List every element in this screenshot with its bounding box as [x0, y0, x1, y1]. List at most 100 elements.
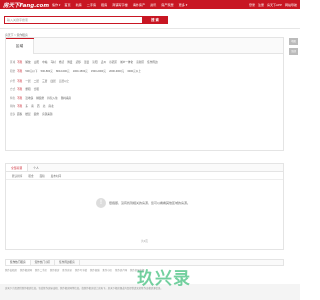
filter-option[interactable]: 中站	[42, 60, 47, 64]
site-logo[interactable]: 房天下Fang.com	[3, 1, 49, 9]
filter-option[interactable]: 面积	[17, 112, 22, 116]
app-link[interactable]: 房天下APP	[267, 3, 282, 7]
filter-option[interactable]: 不限	[17, 87, 22, 91]
site-nav-link[interactable]: 网站导航	[285, 3, 297, 7]
filter-option[interactable]: 500-800元	[41, 69, 53, 73]
filter-option[interactable]: 拎包入住	[47, 96, 57, 100]
filter-options: 不限 近地铁 精装修 拎包入住 随时看房	[17, 96, 71, 100]
filter-option[interactable]: 1500-2000元	[91, 69, 106, 73]
nav-link-overseas[interactable]: 海外房产	[133, 2, 145, 7]
sort-default[interactable]: 默认排序	[12, 174, 22, 178]
filter-option[interactable]: 西	[37, 104, 40, 108]
tab-hot-rent[interactable]: 焦作热门租房	[6, 260, 31, 265]
tab-hot-communities[interactable]: 焦作热门小区	[31, 260, 56, 265]
filter-row: 更多 面积 楼层 装修 房源来源	[10, 111, 53, 116]
filter-row: 朝向 不限东南西北南北	[10, 103, 54, 108]
filter-option[interactable]: 示范区	[109, 60, 117, 64]
filter-option[interactable]: 二居	[34, 79, 39, 83]
filter-option[interactable]: 房源来源	[42, 112, 52, 116]
register-link[interactable]: 注册	[258, 3, 264, 7]
filter-option[interactable]: 500元以下	[25, 69, 37, 73]
filter-option[interactable]: 修武	[59, 60, 64, 64]
nav-link-new-house[interactable]: 新房	[76, 2, 82, 7]
seo-link[interactable]: 焦作写字楼	[75, 268, 87, 272]
seo-link[interactable]: 焦作商铺	[90, 268, 100, 272]
filter-option[interactable]: 合租	[34, 87, 39, 91]
search-input[interactable]: 输入关键字搜索	[4, 16, 142, 24]
seo-link[interactable]: 焦作租房网	[20, 268, 32, 272]
filter-option[interactable]: 1000-1500元	[73, 69, 88, 73]
nav-link-more[interactable]: 更多 ▾	[179, 2, 188, 7]
nav-link-news[interactable]: 资讯	[150, 2, 156, 7]
filter-option[interactable]: 整租	[25, 87, 30, 91]
sort-date[interactable]: 发布时间	[51, 174, 61, 178]
user-links: 登录 注册 房天下APP 网站导航	[249, 3, 297, 7]
seo-link[interactable]: 焦作房价	[62, 268, 72, 272]
filter-options: 不限 解放 山阳 中站 马村 修武 博爱 武陟 温县 沁阳 孟州 示范区 城乡一体化 高新区 焦作周边	[17, 60, 158, 64]
filter-option[interactable]: 解放	[25, 60, 30, 64]
tab-personal-listings[interactable]: 个人	[28, 164, 44, 171]
nav-link-commercial[interactable]: 商铺写字楼	[112, 2, 127, 7]
filter-option[interactable]: 山阳	[34, 60, 39, 64]
filter-option[interactable]: 楼层	[25, 112, 30, 116]
filter-option[interactable]: 南	[31, 104, 34, 108]
filter-option[interactable]: 不限	[17, 60, 22, 64]
filter-tabs: 区域	[6, 38, 283, 54]
nav-link-second-hand[interactable]: 二手房	[87, 2, 96, 7]
filter-option[interactable]: 不限	[17, 96, 22, 100]
filter-option[interactable]: 不限	[17, 79, 22, 83]
filter-option[interactable]: 北	[43, 104, 46, 108]
filter-option[interactable]: 装修	[34, 112, 39, 116]
warning-icon	[96, 198, 106, 208]
filter-option[interactable]: 温县	[84, 60, 89, 64]
seo-link[interactable]: 焦作二手房	[35, 268, 47, 272]
back-to-top-button[interactable]: 顶部	[289, 48, 298, 55]
filter-option[interactable]: 南北	[49, 104, 54, 108]
filter-option[interactable]: 东	[25, 104, 28, 108]
filter-option[interactable]: 马村	[51, 60, 56, 64]
filter-row: 区域 不限 解放 山阳 中站 马村 修武 博爱 武陟 温县 沁阳 孟州 示范区 城乡一体化 高新区 焦作周边	[10, 59, 158, 64]
top-nav-bar: 房天下Fang.com 焦作 ▾ 首页 新房 二手房 租房 商铺写字楼 海外房产…	[0, 0, 300, 9]
sort-rent[interactable]: 租金	[28, 174, 33, 178]
tab-all-listings[interactable]: 全部房源	[6, 164, 29, 171]
nav-link-rent[interactable]: 租房	[101, 2, 107, 7]
nav-link-home[interactable]: 首页	[64, 2, 70, 7]
filter-option[interactable]: 不限	[17, 69, 22, 73]
seo-link[interactable]: 焦作出租房	[5, 268, 17, 272]
filter-option[interactable]: 精装修	[36, 96, 44, 100]
filter-option[interactable]: 沁阳	[92, 60, 97, 64]
filter-option[interactable]: 孟州	[101, 60, 106, 64]
nav-link-home-decor[interactable]: 房产家居	[161, 2, 173, 7]
filter-row-label: 方式	[10, 87, 16, 91]
seo-link[interactable]: 焦作房产网	[115, 268, 127, 272]
filter-option[interactable]: 四居	[51, 79, 56, 83]
filter-option[interactable]: 3000元以上	[127, 69, 141, 73]
tab-area[interactable]: 区域	[6, 38, 34, 54]
seo-link[interactable]: 焦作小区	[103, 268, 113, 272]
seo-link[interactable]: 焦作新房	[50, 268, 60, 272]
map-side-button[interactable]: 地图	[289, 38, 298, 45]
filter-option[interactable]: 随时看房	[61, 96, 71, 100]
tab-nearby-rent[interactable]: 焦作周边租房	[55, 260, 80, 265]
search-button[interactable]: 搜 索	[142, 16, 168, 24]
filter-option[interactable]: 博爱	[67, 60, 72, 64]
filter-panel: 区域 区域 不限 解放 山阳 中站 马村 修武 博爱 武陟 温县 沁阳 孟州 示范区 城乡一体化 高新区 焦作…	[5, 37, 284, 151]
filter-option[interactable]: 武陟	[76, 60, 81, 64]
filter-option[interactable]: 城乡一体化	[120, 60, 133, 64]
filter-row-label: 户型	[10, 79, 16, 83]
filter-option[interactable]: 不限	[17, 104, 22, 108]
search-bar: 输入关键字搜索 搜 索	[0, 9, 300, 29]
filter-option[interactable]: 一居	[25, 79, 30, 83]
filter-row: 方式 不限 整租 合租	[10, 86, 39, 91]
sort-area[interactable]: 面积	[40, 174, 45, 178]
login-link[interactable]: 登录	[249, 3, 255, 7]
filter-option[interactable]: 焦作周边	[147, 60, 157, 64]
filter-option[interactable]: 五居以上	[59, 79, 69, 83]
filter-option[interactable]: 800-1000元	[56, 69, 70, 73]
city-selector[interactable]: 焦作 ▾	[52, 3, 60, 7]
filter-option[interactable]: 高新区	[136, 60, 144, 64]
filter-option[interactable]: 2000-3000元	[109, 69, 124, 73]
filter-option[interactable]: 近地铁	[25, 96, 33, 100]
filter-row-label: 朝向	[10, 104, 16, 108]
filter-option[interactable]: 三居	[42, 79, 47, 83]
